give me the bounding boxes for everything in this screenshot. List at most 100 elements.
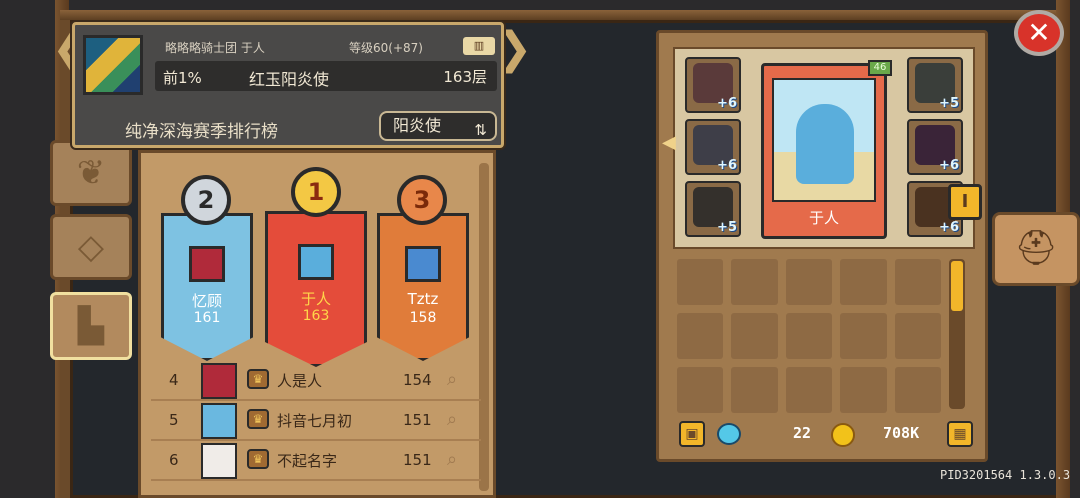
hero-level-badge: 46 [868,60,892,76]
player-level: 等级60(+87) [349,41,423,55]
inventory-slot[interactable] [677,259,724,305]
search-icon[interactable]: ⌕ [447,409,457,430]
badge-icon: ▥ [463,37,495,55]
row-score: 154 [403,371,432,389]
tab-leaf[interactable]: ❦ [50,140,132,206]
inventory-slot[interactable] [731,313,778,359]
collapse-arrow-icon[interactable]: ◀ [662,132,676,153]
helmet-icon: ⛑ [1014,228,1058,268]
rank-title: 红玉阳炎使 [249,70,330,89]
crown-icon: ♛ [247,449,269,469]
podium-name: 忆顾 [191,292,222,310]
inventory-slot[interactable] [894,313,941,359]
equipment-slot[interactable]: +6 [685,57,741,113]
inventory-slot[interactable] [840,367,887,413]
hero-card[interactable]: 46 于人 [761,60,892,239]
inventory-slot[interactable] [677,367,724,413]
podium-score: 161 [193,310,221,326]
equipment-display: +6 +6 +5 46 于人 +5 +6 +6 [673,47,975,249]
helmet-button[interactable]: ⛑ [992,212,1080,286]
swap-icon: ⇅ [474,121,487,139]
avatar [201,363,237,399]
version-label: PID3201564 1.3.0.3 [940,468,1071,482]
tab-ranking[interactable]: ▙ [50,292,132,360]
inventory-slot[interactable] [785,313,833,359]
inventory-slot[interactable] [785,259,833,305]
close-icon: ✕ [1027,16,1051,49]
rank-bar: 前1% 红玉阳炎使 163层 [155,61,497,91]
inventory-grid [677,259,941,413]
guild-player-name: 略略略骑士团 于人 [165,41,265,55]
podium-name: 于人 [300,290,331,308]
podium-score: 163 [302,308,330,324]
avatar [201,443,237,479]
hero-portrait [772,78,876,202]
inventory-slot[interactable] [894,259,941,305]
scroll-thumb[interactable] [951,261,963,311]
close-button[interactable]: ✕ [1014,10,1064,56]
row-score: 151 [403,411,432,429]
inventory-scrollbar[interactable] [949,259,965,409]
row-rank: 5 [169,411,179,429]
gem-icon [717,423,741,445]
medal-third: 3 [397,175,447,225]
tab-diamond[interactable]: ◇ [50,214,132,280]
inventory-slot[interactable] [731,367,778,413]
equipment-slot[interactable]: +6 [907,119,963,175]
leaf-icon: ❦ [76,153,106,193]
player-avatar[interactable] [83,35,143,95]
slot-level: +6 [939,158,959,173]
slot-level: +5 [717,220,737,235]
slot-level: +6 [717,96,737,111]
set-tab-button[interactable]: I [948,184,982,220]
table-row[interactable]: 4 ♛ 人是人 154 ⌕ [151,361,481,401]
coin-count: 708K [883,424,920,442]
inventory-slot[interactable] [894,367,941,413]
row-rank: 6 [169,451,179,469]
podium-icon: ▙ [77,306,105,346]
diamond-icon: ◇ [77,227,105,267]
inventory-slot[interactable] [840,313,887,359]
grid-icon[interactable]: ▦ [947,421,973,447]
crown-icon: ♛ [247,369,269,389]
equipment-slot[interactable]: +5 [907,57,963,113]
row-name: 不起名字 [277,452,338,470]
medal-second: 2 [181,175,231,225]
row-name: 抖音七月初 [277,412,353,430]
equipment-slot[interactable]: +6 [685,119,741,175]
crown-icon: ♛ [247,409,269,429]
row-name: 人是人 [277,372,323,390]
coin-icon [831,423,855,447]
search-icon[interactable]: ⌕ [447,449,457,470]
podium-second[interactable]: 忆顾 161 [161,213,253,361]
avatar [201,403,237,439]
podium-name: Tztz [407,290,439,308]
table-row[interactable]: 6 ♛ 不起名字 151 ⌕ [151,441,481,481]
equipment-slot[interactable]: +5 [685,181,741,237]
table-row[interactable]: 5 ♛ 抖音七月初 151 ⌕ [151,401,481,441]
player-header-card: 略略略骑士团 于人 等级60(+87) ▥ 前1% 红玉阳炎使 163层 纯净深… [72,22,504,148]
equipment-panel: +6 +6 +5 46 于人 +5 +6 +6 ▣ 22 708K ▦ [656,30,988,462]
ranking-panel[interactable]: 忆顾 161 于人 163 Tztz 158 2 1 3 4 ♛ 人是人 154… [138,150,496,498]
lock-icon[interactable]: ▣ [679,421,705,447]
slot-level: +5 [939,96,959,111]
slot-level: +6 [717,158,737,173]
podium-score: 158 [409,310,437,326]
season-title: 纯净深海赛季排行榜 [125,122,278,142]
podium-third[interactable]: Tztz 158 [377,213,469,361]
currency-bar: ▣ 22 708K ▦ [673,419,973,451]
class-label: 阳炎使 [393,116,442,135]
inventory-slot[interactable] [677,313,724,359]
gem-count: 22 [793,424,812,442]
row-rank: 4 [169,371,179,389]
inventory-slot[interactable] [731,259,778,305]
rank-floor: 163层 [443,68,487,86]
inventory-slot[interactable] [840,259,887,305]
podium-first[interactable]: 于人 163 [265,211,367,367]
inventory-slot[interactable] [785,367,833,413]
search-icon[interactable]: ⌕ [447,369,457,390]
hero-name: 于人 [808,209,839,227]
avatar [189,246,225,282]
row-score: 151 [403,451,432,469]
class-switch-button[interactable]: 阳炎使 ⇅ [379,111,497,141]
